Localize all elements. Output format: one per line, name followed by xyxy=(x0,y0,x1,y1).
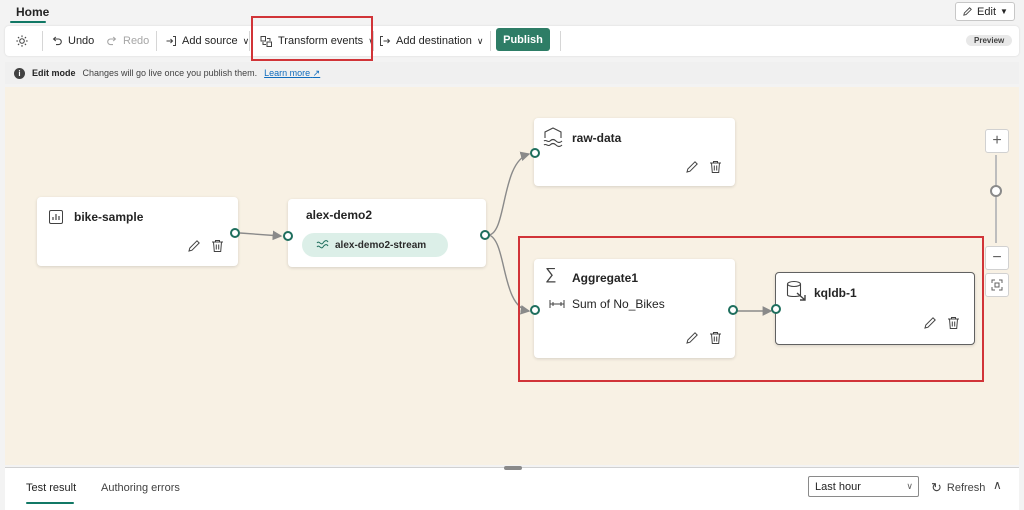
trash-icon[interactable] xyxy=(709,160,722,174)
undo-label: Undo xyxy=(68,35,95,47)
output-port[interactable] xyxy=(230,228,240,238)
toolbar-divider xyxy=(156,31,157,51)
add-destination-icon xyxy=(380,36,391,46)
node-actions xyxy=(187,239,224,253)
banner-title: Edit mode xyxy=(32,68,76,78)
node-alex-demo2[interactable]: alex-demo2 alex-demo2-stream xyxy=(288,199,486,267)
gear-icon xyxy=(16,35,28,47)
lakehouse-icon xyxy=(543,127,563,148)
learn-more-label: Learn more xyxy=(264,67,311,78)
pencil-icon[interactable] xyxy=(187,239,201,253)
minus-icon: − xyxy=(992,249,1002,266)
refresh-button[interactable]: ↻ Refresh xyxy=(931,480,985,496)
node-bike-sample[interactable]: bike-sample xyxy=(37,197,238,266)
edit-label: Edit xyxy=(977,5,997,18)
chevron-down-icon: ∨ xyxy=(906,481,913,491)
ribbon-tab-bar: Home Edit ▼ xyxy=(0,0,1024,26)
node-actions xyxy=(685,160,722,174)
zoom-in-button[interactable]: + xyxy=(985,129,1009,153)
info-icon: i xyxy=(14,67,25,79)
external-link-icon: ↗ xyxy=(312,67,321,78)
settings-button[interactable] xyxy=(15,31,29,51)
aggregate-highlight xyxy=(518,236,984,382)
tab-test-result[interactable]: Test result xyxy=(26,482,76,494)
tab-test-result-underline xyxy=(26,502,74,504)
toolbar-divider xyxy=(560,31,561,51)
chart-icon xyxy=(49,210,63,224)
toolbar-divider xyxy=(42,31,43,51)
stream-pill-label: alex-demo2-stream xyxy=(335,239,427,251)
toolbar-divider xyxy=(373,31,374,51)
pencil-icon xyxy=(963,7,972,16)
input-port[interactable] xyxy=(530,148,540,158)
input-port[interactable] xyxy=(283,231,293,241)
fit-view-button[interactable] xyxy=(985,273,1009,297)
pencil-icon[interactable] xyxy=(685,160,699,174)
undo-icon xyxy=(52,36,62,46)
chevron-down-icon: ∨ xyxy=(476,35,484,46)
redo-button[interactable]: Redo xyxy=(106,31,149,51)
panel-resize-handle[interactable] xyxy=(504,466,522,470)
transform-events-highlight xyxy=(251,16,373,61)
toolbar: Undo Redo Add source ∨ Transform events … xyxy=(5,26,1019,56)
stream-pill[interactable]: alex-demo2-stream xyxy=(302,233,448,257)
fit-view-icon xyxy=(991,279,1003,291)
node-raw-data[interactable]: raw-data xyxy=(534,118,735,186)
preview-badge: Preview xyxy=(966,35,1013,46)
add-destination-label: Add destination xyxy=(396,35,472,47)
banner-message: Changes will go live once you publish th… xyxy=(82,68,258,78)
undo-button[interactable]: Undo xyxy=(51,31,94,51)
chevron-up-icon[interactable]: ∧ xyxy=(993,478,1002,492)
add-source-label: Add source xyxy=(182,35,238,47)
refresh-icon: ↻ xyxy=(931,480,942,495)
zoom-out-button[interactable]: − xyxy=(985,246,1009,270)
refresh-label: Refresh xyxy=(946,482,986,494)
toolbar-divider xyxy=(249,31,250,51)
add-source-button[interactable]: Add source ∨ xyxy=(165,31,249,51)
tab-home-underline xyxy=(10,21,46,23)
publish-button[interactable]: Publish xyxy=(496,28,550,51)
bottom-panel: Test result Authoring errors Last hour ∨… xyxy=(5,466,1019,510)
zoom-slider-thumb[interactable] xyxy=(990,185,1002,197)
edit-mode-banner: i Edit mode Changes will go live once yo… xyxy=(5,62,1019,84)
redo-label: Redo xyxy=(123,35,150,47)
redo-icon xyxy=(107,36,117,46)
add-source-icon xyxy=(166,36,176,46)
tab-home[interactable]: Home xyxy=(10,3,55,21)
node-title: bike-sample xyxy=(74,210,144,224)
edit-mode-dropdown[interactable]: Edit ▼ xyxy=(955,2,1015,21)
time-range-value: Last hour xyxy=(815,480,861,493)
time-range-select[interactable]: Last hour ∨ xyxy=(808,476,919,497)
zoom-slider-track[interactable] xyxy=(995,155,997,243)
learn-more-link[interactable]: Learn more ↗ xyxy=(264,68,320,79)
toolbar-divider xyxy=(490,31,491,51)
trash-icon[interactable] xyxy=(211,239,224,253)
stream-icon xyxy=(316,240,329,249)
node-title: alex-demo2 xyxy=(306,208,373,222)
output-port[interactable] xyxy=(480,230,490,240)
plus-icon: + xyxy=(992,132,1002,149)
tab-authoring-errors[interactable]: Authoring errors xyxy=(101,482,180,494)
node-title: raw-data xyxy=(572,131,622,145)
chevron-down-icon: ▼ xyxy=(1000,7,1008,16)
add-destination-button[interactable]: Add destination ∨ xyxy=(379,31,483,51)
